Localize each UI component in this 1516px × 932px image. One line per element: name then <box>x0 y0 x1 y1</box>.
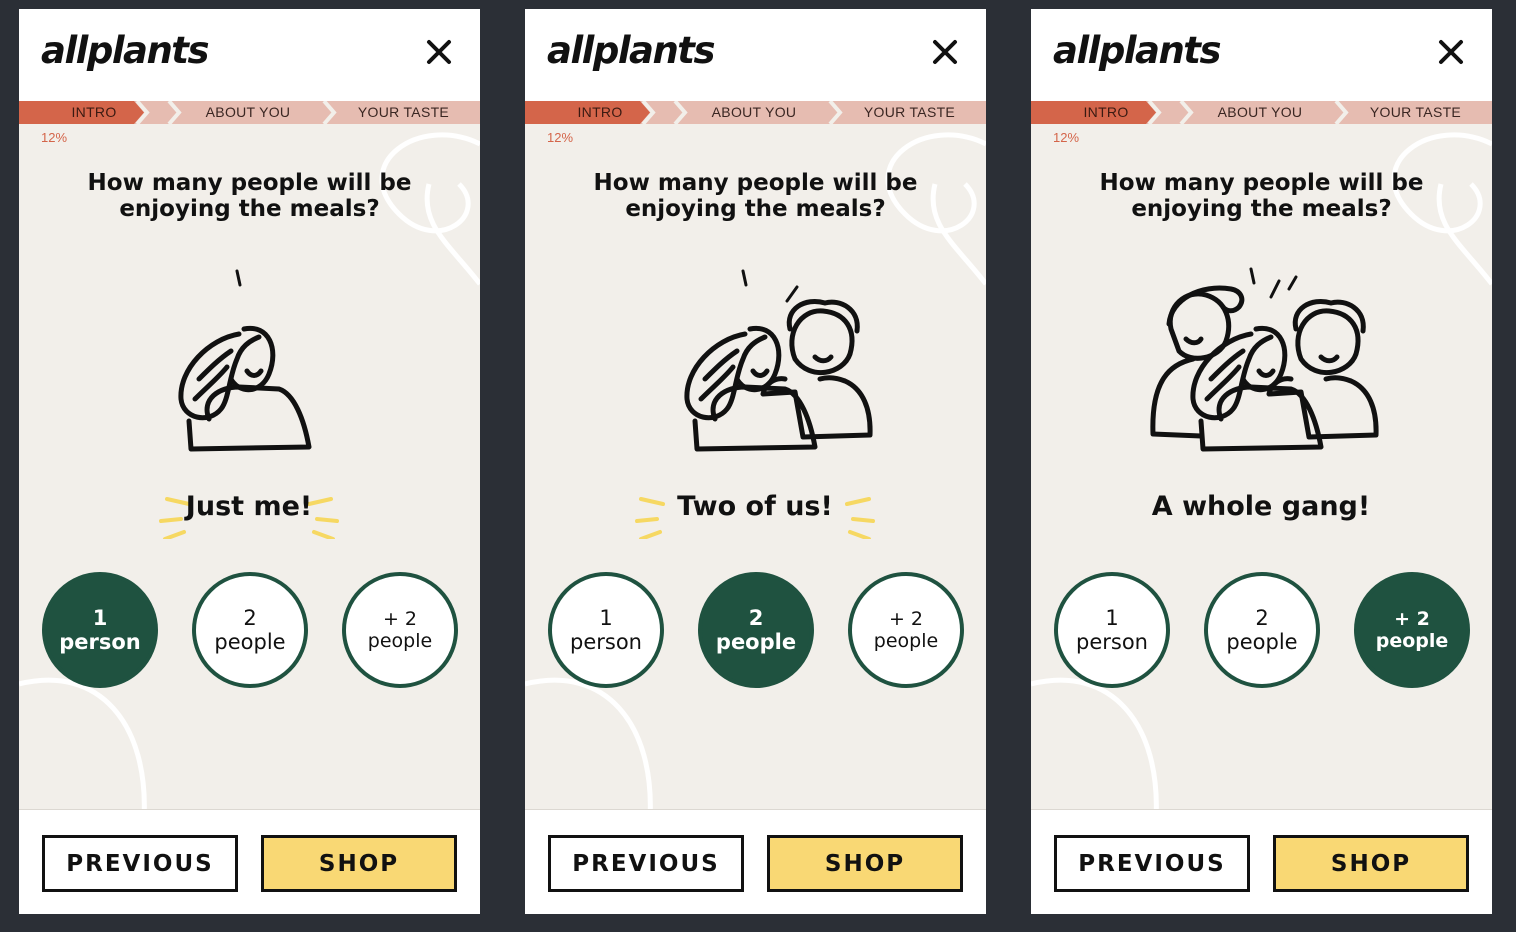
option-1-person[interactable]: 1 person <box>1054 572 1170 688</box>
close-icon[interactable] <box>424 37 454 67</box>
step-about-you[interactable]: ABOUT YOU <box>680 101 828 124</box>
logo: allplants <box>1053 29 1222 72</box>
option-number: + 2 <box>888 608 924 630</box>
selection-caption: Two of us! <box>635 479 875 539</box>
option-more-people[interactable]: + 2 people <box>342 572 458 688</box>
option-2-people[interactable]: 2 people <box>698 572 814 688</box>
header: allplants <box>1031 9 1492 101</box>
option-unit: people <box>1375 630 1449 652</box>
close-icon[interactable] <box>930 37 960 67</box>
header: allplants <box>525 9 986 101</box>
background-decoration <box>1031 132 1492 819</box>
background-decoration <box>525 132 986 819</box>
background-decoration <box>19 132 480 819</box>
option-unit: person <box>570 630 642 654</box>
shop-button[interactable]: SHOP <box>767 835 963 892</box>
option-unit: people <box>873 630 939 652</box>
selection-caption: Just me! <box>129 479 369 539</box>
option-number: 2 <box>1255 606 1269 630</box>
selection-caption: A whole gang! <box>1141 479 1381 539</box>
progress-steps: INTRO ABOUT YOU YOUR TASTE <box>1031 101 1492 124</box>
header: allplants <box>19 9 480 101</box>
close-icon[interactable] <box>1436 37 1466 67</box>
group-illustration <box>1150 267 1379 452</box>
shop-button[interactable]: SHOP <box>261 835 457 892</box>
question-heading: How many people will be enjoying the mea… <box>87 170 412 222</box>
option-number: 2 <box>748 606 764 630</box>
question-heading: How many people will be enjoying the mea… <box>1099 170 1424 222</box>
option-more-people[interactable]: + 2 people <box>1354 572 1470 688</box>
option-unit: people <box>1226 630 1298 654</box>
option-2-people[interactable]: 2 people <box>1204 572 1320 688</box>
quiz-screen-just-me: allplants INTRO ABOUT YOU YOUR TASTE 12%… <box>19 9 480 914</box>
progress-steps: INTRO ABOUT YOU YOUR TASTE <box>525 101 986 124</box>
option-number: + 2 <box>1394 608 1430 630</box>
option-1-person[interactable]: 1 person <box>42 572 158 688</box>
quiz-screen-whole-gang: allplants INTRO ABOUT YOU YOUR TASTE 12%… <box>1031 9 1492 914</box>
option-number: 1 <box>1105 606 1119 630</box>
logo: allplants <box>41 29 210 72</box>
footer: PREVIOUS SHOP <box>19 809 480 914</box>
quiz-screen-two-of-us: allplants INTRO ABOUT YOU YOUR TASTE 12%… <box>525 9 986 914</box>
step-your-taste[interactable]: YOUR TASTE <box>833 101 986 124</box>
previous-button[interactable]: PREVIOUS <box>1054 835 1250 892</box>
option-2-people[interactable]: 2 people <box>192 572 308 688</box>
option-unit: person <box>59 630 141 654</box>
option-number: 1 <box>599 606 613 630</box>
option-number: + 2 <box>382 608 418 630</box>
one-person-illustration <box>178 269 312 452</box>
previous-button[interactable]: PREVIOUS <box>548 835 744 892</box>
step-about-you[interactable]: ABOUT YOU <box>1186 101 1334 124</box>
two-people-illustration <box>684 269 873 452</box>
footer: PREVIOUS SHOP <box>1031 809 1492 914</box>
step-intro[interactable]: INTRO <box>19 101 169 124</box>
question-heading: How many people will be enjoying the mea… <box>593 170 918 222</box>
step-about-you[interactable]: ABOUT YOU <box>174 101 322 124</box>
option-1-person[interactable]: 1 person <box>548 572 664 688</box>
option-unit: people <box>367 630 433 652</box>
option-unit: people <box>715 630 797 654</box>
option-more-people[interactable]: + 2 people <box>848 572 964 688</box>
step-intro[interactable]: INTRO <box>1031 101 1181 124</box>
logo: allplants <box>547 29 716 72</box>
option-unit: person <box>1076 630 1148 654</box>
option-unit: people <box>214 630 286 654</box>
shop-button[interactable]: SHOP <box>1273 835 1469 892</box>
caption-text: A whole gang! <box>1151 491 1371 522</box>
caption-text: Just me! <box>185 491 313 522</box>
step-your-taste[interactable]: YOUR TASTE <box>1339 101 1492 124</box>
progress-steps: INTRO ABOUT YOU YOUR TASTE <box>19 101 480 124</box>
footer: PREVIOUS SHOP <box>525 809 986 914</box>
caption-text: Two of us! <box>677 491 833 522</box>
option-number: 2 <box>243 606 257 630</box>
step-your-taste[interactable]: YOUR TASTE <box>327 101 480 124</box>
step-intro[interactable]: INTRO <box>525 101 675 124</box>
option-number: 1 <box>92 606 108 630</box>
previous-button[interactable]: PREVIOUS <box>42 835 238 892</box>
